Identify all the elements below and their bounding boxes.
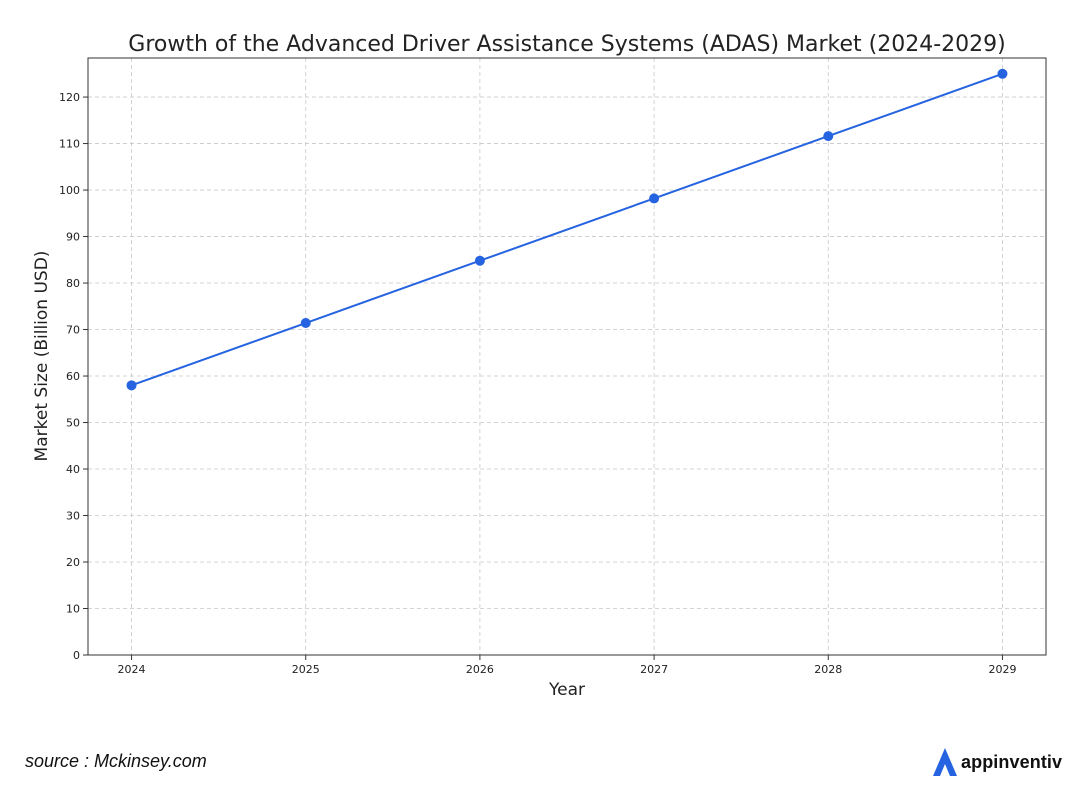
- y-tick-label: 60: [66, 370, 80, 383]
- y-tick-label: 100: [59, 184, 80, 197]
- x-axis: 2024 2025 2026 2027 2028 2029: [118, 655, 1016, 676]
- data-point: [649, 193, 660, 204]
- y-tick-label: 90: [66, 231, 80, 244]
- data-point: [997, 68, 1008, 79]
- x-tick-label: 2028: [814, 663, 842, 676]
- grid: [88, 58, 1046, 656]
- x-tick-label: 2026: [466, 663, 494, 676]
- chart-title: Growth of the Advanced Driver Assistance…: [128, 32, 1005, 57]
- y-axis-title: Market Size (Billion USD): [32, 251, 52, 462]
- x-tick-label: 2027: [640, 663, 668, 676]
- y-tick-label: 80: [66, 277, 80, 290]
- y-tick-label: 70: [66, 324, 80, 337]
- y-tick-label: 120: [59, 91, 80, 104]
- y-tick-label: 20: [66, 556, 80, 569]
- series-line: [131, 72, 1003, 387]
- x-tick-label: 2024: [118, 663, 146, 676]
- y-tick-label: 40: [66, 463, 80, 476]
- data-point: [126, 380, 137, 391]
- y-tick-label: 50: [66, 417, 80, 430]
- y-tick-label: 0: [73, 649, 80, 662]
- x-axis-title: Year: [548, 680, 585, 700]
- x-tick-label: 2029: [988, 663, 1016, 676]
- brand-logo: appinventiv: [932, 746, 1062, 778]
- data-point: [474, 255, 485, 266]
- chart: Growth of the Advanced Driver Assistance…: [32, 32, 1047, 700]
- source-note: source : Mckinsey.com: [25, 751, 207, 771]
- y-axis: 0 10 20 30 40 50 60 70 80 90 100 110 120: [59, 91, 88, 662]
- x-tick-label: 2025: [292, 663, 320, 676]
- y-tick-label: 10: [66, 603, 80, 616]
- data-point: [823, 131, 834, 142]
- brand-name: appinventiv: [961, 751, 1063, 772]
- plot-frame: [87, 57, 1047, 656]
- y-tick-label: 110: [59, 138, 80, 151]
- y-tick-label: 30: [66, 510, 80, 523]
- data-point: [300, 318, 311, 329]
- appinventiv-logo-icon: [933, 748, 957, 776]
- series-layer: [126, 68, 1008, 391]
